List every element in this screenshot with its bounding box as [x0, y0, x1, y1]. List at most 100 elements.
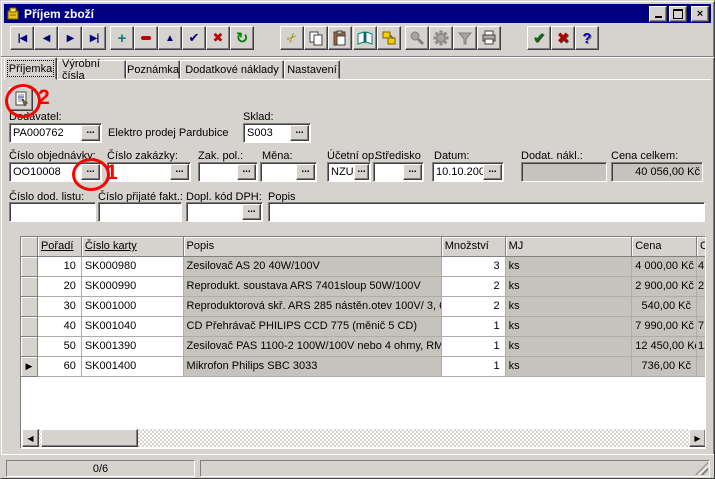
row-selector[interactable] — [21, 297, 38, 317]
close-doc-button[interactable]: ✖ — [551, 26, 575, 50]
record-counter-panel: 0/6 — [6, 460, 195, 477]
cell-clipped: 2 — [697, 277, 705, 297]
add-button[interactable]: + — [110, 26, 134, 50]
tab-poznamka[interactable]: Poznámka — [126, 60, 180, 79]
move-up-button[interactable]: ▲ — [158, 26, 182, 50]
sklad-lookup-button[interactable]: ... — [290, 125, 309, 141]
cell-cena: 736,00 Kč — [632, 357, 697, 377]
cell-mj: ks — [506, 277, 633, 297]
paste-button[interactable] — [328, 26, 352, 50]
table-row[interactable]: 20 SK000990 Reprodukt. soustava ARS 7401… — [21, 277, 705, 297]
col-header-cislo-karty[interactable]: Číslo karty — [82, 237, 184, 257]
close-x-icon: ✖ — [557, 29, 570, 47]
ucetni-op-lookup-button[interactable]: ... — [354, 164, 369, 180]
tab-prijemka[interactable]: Příjemka — [4, 57, 57, 80]
datum-field[interactable]: 10.10.2005 1 ... — [432, 162, 504, 182]
col-header-clipped[interactable]: C — [697, 237, 705, 257]
cislo-zakazky-field[interactable]: ... — [107, 162, 191, 182]
row-selector[interactable] — [21, 317, 38, 337]
mena-field[interactable]: ... — [260, 162, 317, 182]
filter-button[interactable] — [453, 26, 477, 50]
scrollbar-thumb[interactable] — [41, 429, 138, 447]
mena-lookup-button[interactable]: ... — [296, 164, 315, 180]
cut-button[interactable]: ✂ — [280, 26, 304, 50]
sklad-field[interactable]: S003 ... — [243, 123, 311, 143]
col-header-poradi[interactable]: Pořadí — [38, 237, 82, 257]
cislo-prijate-fakt-field[interactable] — [98, 202, 182, 222]
table-row[interactable]: 50 SK001390 Zesilovač PAS 1100-2 100W/10… — [21, 337, 705, 357]
cislo-dod-listu-field[interactable] — [9, 202, 96, 222]
delete-button[interactable] — [134, 26, 158, 50]
maximize-button[interactable] — [669, 6, 687, 22]
zak-pol-field[interactable]: ... — [198, 162, 258, 182]
cena-celkem-field: 40 056,00 Kč — [611, 162, 703, 182]
zak-pol-label: Zak. pol.: — [198, 150, 243, 162]
last-record-button[interactable]: ▶| — [82, 26, 106, 50]
copy-button[interactable] — [304, 26, 328, 50]
minimize-button[interactable] — [649, 6, 667, 22]
table-row[interactable]: 10 SK000980 Zesilovač AS 20 40W/100V 3 k… — [21, 257, 705, 277]
ok-button[interactable]: ✔ — [527, 26, 551, 50]
help-button[interactable]: ? — [575, 26, 599, 50]
current-row-marker[interactable]: ▶ — [21, 357, 38, 377]
row-selector[interactable] — [21, 277, 38, 297]
cell-clipped: 7 — [697, 317, 705, 337]
catalog-book-button[interactable] — [353, 26, 377, 50]
cislo-zakazky-lookup-button[interactable]: ... — [170, 164, 189, 180]
search-icon — [409, 30, 425, 46]
search-button[interactable] — [405, 26, 429, 50]
scroll-right-button[interactable]: ▶ — [689, 429, 706, 447]
ucetni-op-field[interactable]: NZU ... — [327, 162, 371, 182]
datum-label: Datum: — [434, 150, 469, 162]
col-header-mj[interactable]: MJ — [506, 237, 633, 257]
title-bar[interactable]: Příjem zboží × — [4, 4, 711, 23]
dopl-kod-dph-field[interactable]: ... — [186, 202, 263, 222]
items-table: Pořadí Číslo karty Popis Množství MJ Cen… — [20, 236, 706, 449]
prev-record-button[interactable]: ◀ — [34, 26, 58, 50]
prev-record-icon: ◀ — [43, 33, 50, 44]
datum-lookup-button[interactable]: ... — [483, 164, 502, 180]
tab-dodatkove-naklady[interactable]: Dodatkové náklady — [180, 60, 284, 79]
cell-cena: 4 000,00 Kč — [632, 257, 697, 277]
cell-mnozstvi: 1 — [442, 317, 506, 337]
stredisko-lookup-button[interactable]: ... — [403, 164, 422, 180]
next-record-button[interactable]: ▶ — [58, 26, 82, 50]
refresh-button[interactable]: ↻ — [230, 26, 254, 50]
row-selector[interactable] — [21, 337, 38, 357]
zak-pol-lookup-button[interactable]: ... — [237, 164, 256, 180]
table-row[interactable]: 40 SK001040 CD Přehrávač PHILIPS CCD 775… — [21, 317, 705, 337]
table-row-current[interactable]: ▶ 60 SK001400 Mikrofon Philips SBC 3033 … — [21, 357, 705, 377]
tab-nastaveni[interactable]: Nastavení — [284, 60, 340, 79]
open-book-icon — [357, 30, 373, 46]
confirm-button[interactable]: ✔ — [182, 26, 206, 50]
popis-field[interactable] — [268, 202, 705, 222]
row-selector[interactable] — [21, 257, 38, 277]
table-row[interactable]: 30 SK001000 Reproduktorová skř. ARS 285 … — [21, 297, 705, 317]
close-button[interactable]: × — [691, 6, 709, 22]
cell-cislo-karty: SK000980 — [82, 257, 184, 277]
resize-grip[interactable] — [695, 462, 708, 475]
horizontal-scrollbar[interactable]: ◀ ▶ — [22, 429, 706, 447]
cell-cislo-karty: SK001390 — [82, 337, 184, 357]
annotation-number-2: 2 — [38, 86, 50, 110]
scroll-right-icon: ▶ — [694, 434, 700, 443]
price-tags-button[interactable] — [377, 26, 401, 50]
settings-button[interactable] — [429, 26, 453, 50]
window-title: Příjem zboží — [24, 7, 94, 21]
scroll-left-button[interactable]: ◀ — [22, 429, 39, 447]
cell-popis: Mikrofon Philips SBC 3033 — [184, 357, 442, 377]
stredisko-field[interactable]: ... — [373, 162, 424, 182]
dopl-kod-dph-lookup-button[interactable]: ... — [242, 204, 261, 220]
dodavatel-lookup-button[interactable]: ... — [81, 125, 100, 141]
print-button[interactable] — [477, 26, 501, 50]
col-header-mnozstvi[interactable]: Množství — [442, 237, 506, 257]
cell-cena: 12 450,00 Kč — [632, 337, 697, 357]
col-header-cena[interactable]: Cena — [632, 237, 697, 257]
cancel-edit-button[interactable]: ✖ — [206, 26, 230, 50]
col-header-popis[interactable]: Popis — [184, 237, 442, 257]
minimize-icon — [655, 16, 662, 18]
tab-vyrobni-cisla[interactable]: Výrobní čísla — [57, 60, 126, 79]
ok-check-icon: ✔ — [533, 29, 546, 47]
dodavatel-field[interactable]: PA000762 ... — [9, 123, 102, 143]
first-record-button[interactable]: |◀ — [10, 26, 34, 50]
